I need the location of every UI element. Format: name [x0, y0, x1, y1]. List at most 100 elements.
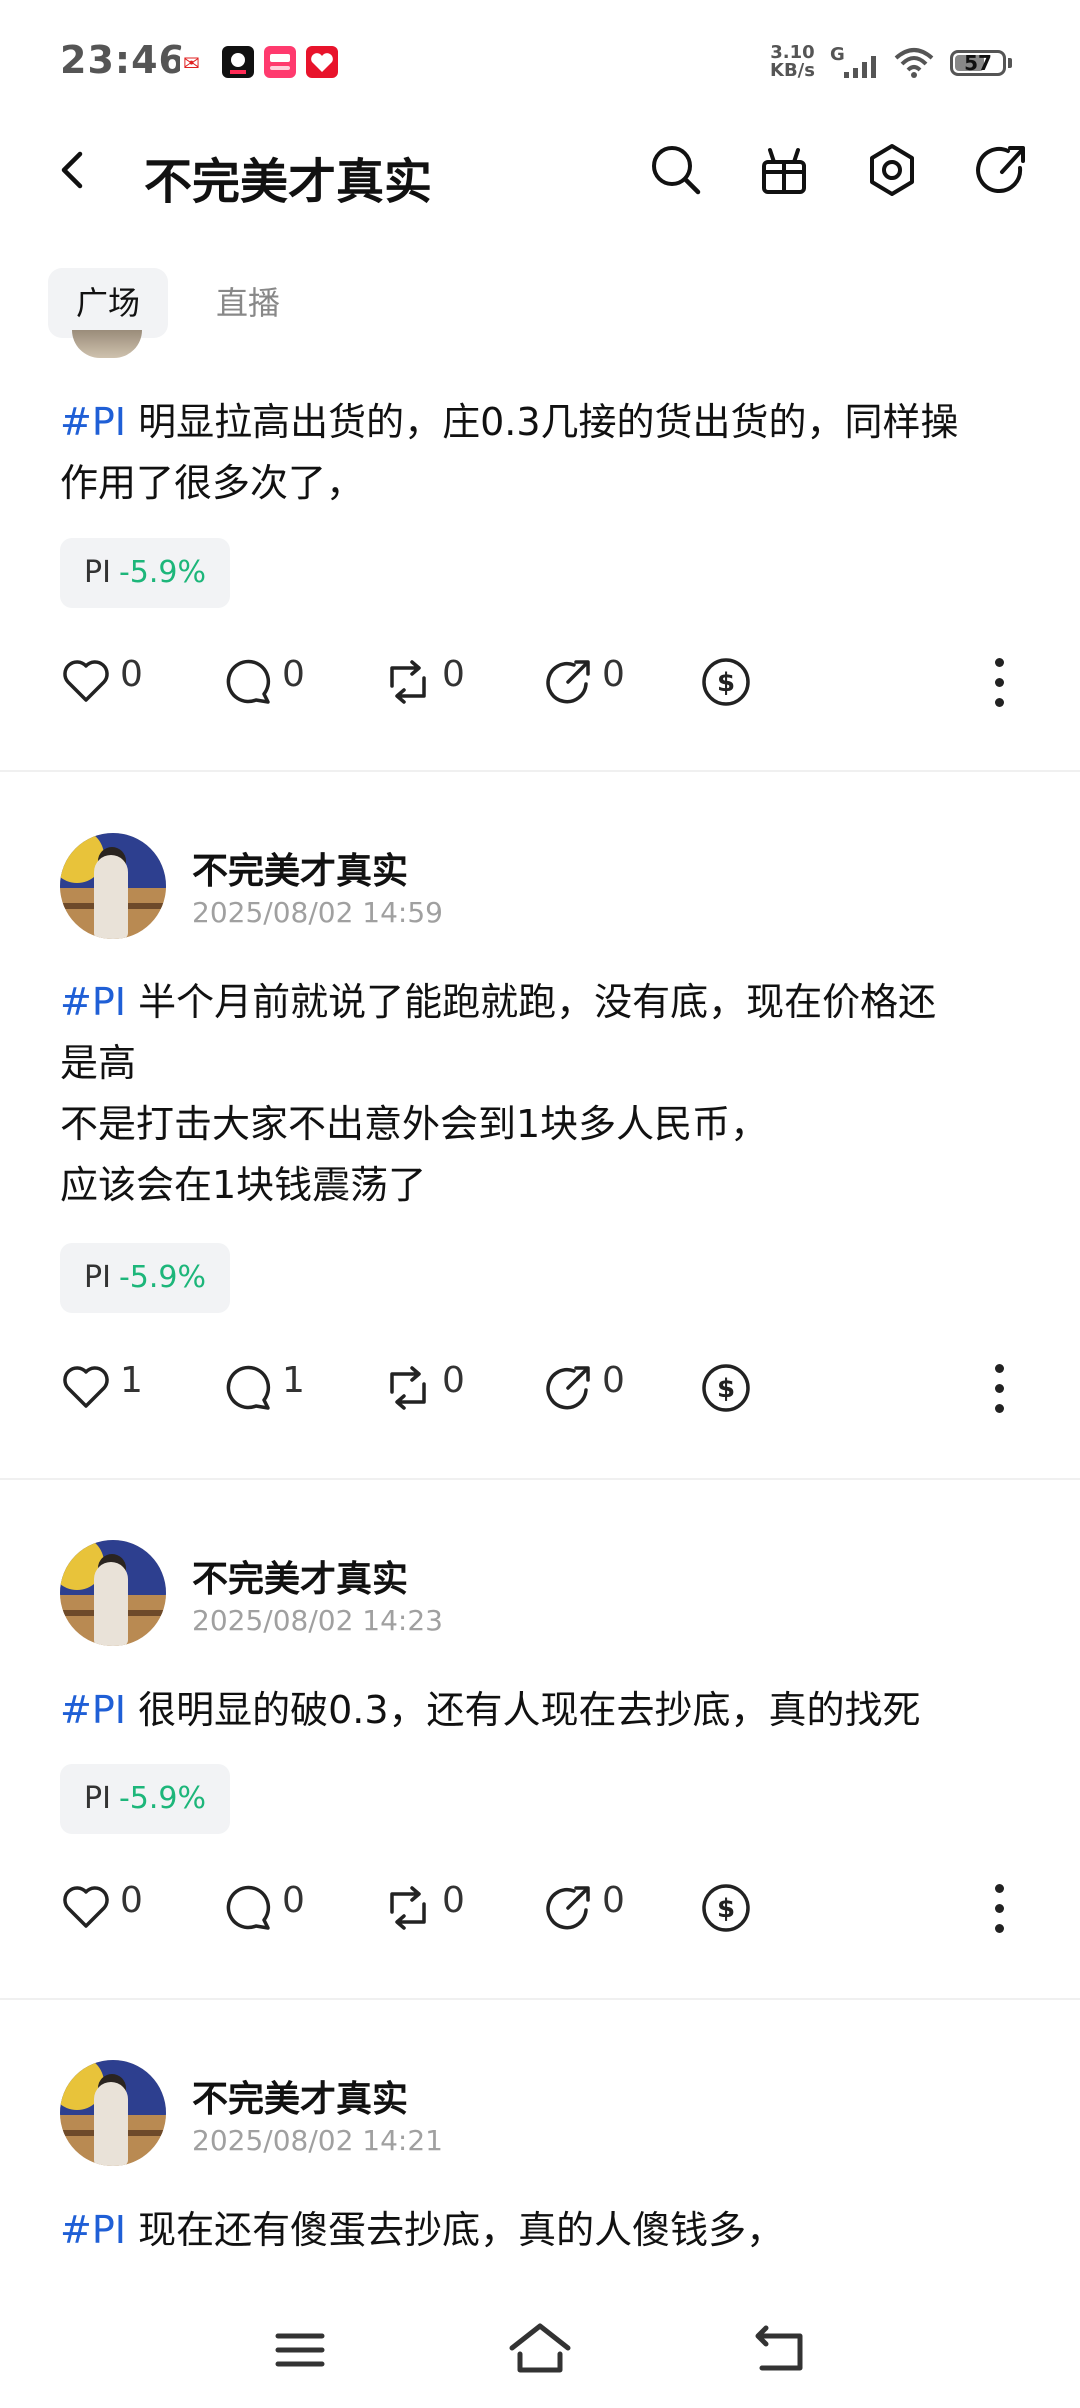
comment-button[interactable]: 0	[222, 650, 322, 710]
battery-percent: 57	[964, 51, 992, 75]
repost-button[interactable]: 0	[382, 650, 482, 710]
system-nav-bar	[0, 2290, 1080, 2408]
share-count: 0	[602, 654, 625, 695]
share-count: 0	[602, 1360, 625, 1401]
heart-icon	[63, 1366, 109, 1408]
avatar[interactable]	[72, 330, 142, 358]
dollar-icon: $	[702, 1884, 750, 1932]
mail-app-icon: ✉	[180, 46, 212, 78]
more-options-icon[interactable]	[990, 652, 1010, 712]
reward-app-icon	[264, 46, 296, 78]
status-time: 23:46	[60, 38, 186, 82]
battery-icon: 57	[950, 50, 1006, 76]
tip-button[interactable]: $	[700, 650, 756, 710]
like-count: 0	[120, 1880, 143, 1921]
repost-count: 0	[442, 654, 465, 695]
share-arrow-icon	[546, 660, 590, 704]
tab-live[interactable]: 直播	[188, 268, 308, 338]
settings-icon[interactable]	[860, 138, 924, 202]
network-speed: 3.10 KB/s	[770, 44, 815, 80]
hashtag-link[interactable]: #PI	[60, 1688, 126, 1732]
ticker-symbol: PI	[84, 555, 111, 590]
search-icon[interactable]	[644, 138, 708, 202]
repost-icon	[390, 660, 426, 704]
ticker-symbol: PI	[84, 1260, 111, 1295]
share-button[interactable]: 0	[542, 1876, 642, 1936]
like-button[interactable]: 0	[60, 1876, 160, 1936]
share-icon[interactable]	[968, 138, 1032, 202]
repost-button[interactable]: 0	[382, 1876, 482, 1936]
username[interactable]: 不完美才真实	[192, 842, 408, 894]
wifi-icon	[894, 48, 934, 78]
post-line: #PI 很明显的破0.3，还有人现在去抄底，真的找死	[60, 1680, 1020, 1741]
username[interactable]: 不完美才真实	[192, 2070, 408, 2122]
post-text: 很明显的破0.3，还有人现在去抄底，真的找死	[138, 1688, 921, 1732]
divider	[0, 770, 1080, 772]
comment-icon	[226, 1365, 271, 1410]
comment-button[interactable]: 1	[222, 1356, 322, 1416]
comment-button[interactable]: 0	[222, 1876, 322, 1936]
heart-app-icon	[306, 46, 338, 78]
share-arrow-icon	[546, 1886, 590, 1930]
more-options-icon[interactable]	[990, 1878, 1010, 1938]
timestamp: 2025/08/02 14:23	[192, 1604, 443, 1637]
timestamp: 2025/08/02 14:59	[192, 896, 443, 929]
post-text: 半个月前就说了能跑就跑，没有底，现在价格还	[138, 980, 937, 1024]
avatar[interactable]	[60, 833, 166, 939]
comment-count: 0	[282, 654, 305, 695]
ticker-chip[interactable]: PI -5.9%	[60, 1243, 230, 1313]
hashtag-link[interactable]: #PI	[60, 2208, 126, 2252]
ticker-chip[interactable]: PI -5.9%	[60, 538, 230, 608]
heart-icon	[63, 660, 109, 702]
comment-count: 0	[282, 1880, 305, 1921]
tab-square[interactable]: 广场	[48, 268, 169, 338]
share-arrow-icon	[546, 1366, 590, 1410]
avatar[interactable]	[60, 2060, 166, 2166]
hashtag-link[interactable]: #PI	[60, 980, 126, 1024]
post-body: #PI 半个月前就说了能跑就跑，没有底，现在价格还 是高 不是打击大家不出意外会…	[60, 972, 1020, 1216]
post-body: #PI 很明显的破0.3，还有人现在去抄底，真的找死	[60, 1680, 1020, 1741]
ticker-chip[interactable]: PI -5.9%	[60, 1764, 230, 1834]
svg-text:$: $	[717, 1894, 735, 1924]
post-line: 应该会在1块钱震荡了	[60, 1163, 427, 1207]
status-bar: 23:46 ✉ 3.10 KB/s G 57	[0, 0, 1080, 120]
repost-icon	[390, 1886, 426, 1930]
gift-icon[interactable]	[752, 138, 816, 202]
repost-count: 0	[442, 1360, 465, 1401]
like-count: 1	[120, 1360, 143, 1401]
like-button[interactable]: 1	[60, 1356, 160, 1416]
username[interactable]: 不完美才真实	[192, 1550, 408, 1602]
home-icon[interactable]	[500, 2310, 580, 2390]
post-text: 明显拉高出货的，庄0.3几接的货出货的，同样操	[138, 400, 959, 444]
back-arrow-icon[interactable]	[50, 146, 98, 194]
share-button[interactable]: 0	[542, 650, 642, 710]
repost-count: 0	[442, 1880, 465, 1921]
tiktok-app-icon	[222, 46, 254, 78]
svg-text:$: $	[717, 1374, 735, 1404]
share-button[interactable]: 0	[542, 1356, 642, 1416]
post-line: 作用了很多次了，	[60, 461, 365, 505]
svg-text:$: $	[717, 668, 735, 698]
post-line: #PI 现在还有傻蛋去抄底，真的人傻钱多，	[60, 2200, 1020, 2261]
tip-button[interactable]: $	[700, 1356, 756, 1416]
repost-button[interactable]: 0	[382, 1356, 482, 1416]
comment-icon	[226, 659, 271, 704]
heart-icon	[63, 1886, 109, 1928]
avatar[interactable]	[60, 1540, 166, 1646]
ticker-symbol: PI	[84, 1781, 111, 1816]
more-options-icon[interactable]	[990, 1358, 1010, 1418]
ticker-change: -5.9%	[118, 1260, 206, 1295]
timestamp: 2025/08/02 14:21	[192, 2124, 443, 2157]
hashtag-link[interactable]: #PI	[60, 400, 126, 444]
divider	[0, 1998, 1080, 2000]
like-count: 0	[120, 654, 143, 695]
tip-button[interactable]: $	[700, 1876, 756, 1936]
like-button[interactable]: 0	[60, 650, 160, 710]
post-line: 是高	[60, 1041, 137, 1085]
divider	[0, 1478, 1080, 1480]
menu-icon[interactable]	[260, 2310, 340, 2390]
post-body: #PI 现在还有傻蛋去抄底，真的人傻钱多，	[60, 2200, 1020, 2261]
signal-icon	[844, 56, 876, 78]
comment-count: 1	[282, 1360, 305, 1401]
back-icon[interactable]	[740, 2310, 820, 2390]
